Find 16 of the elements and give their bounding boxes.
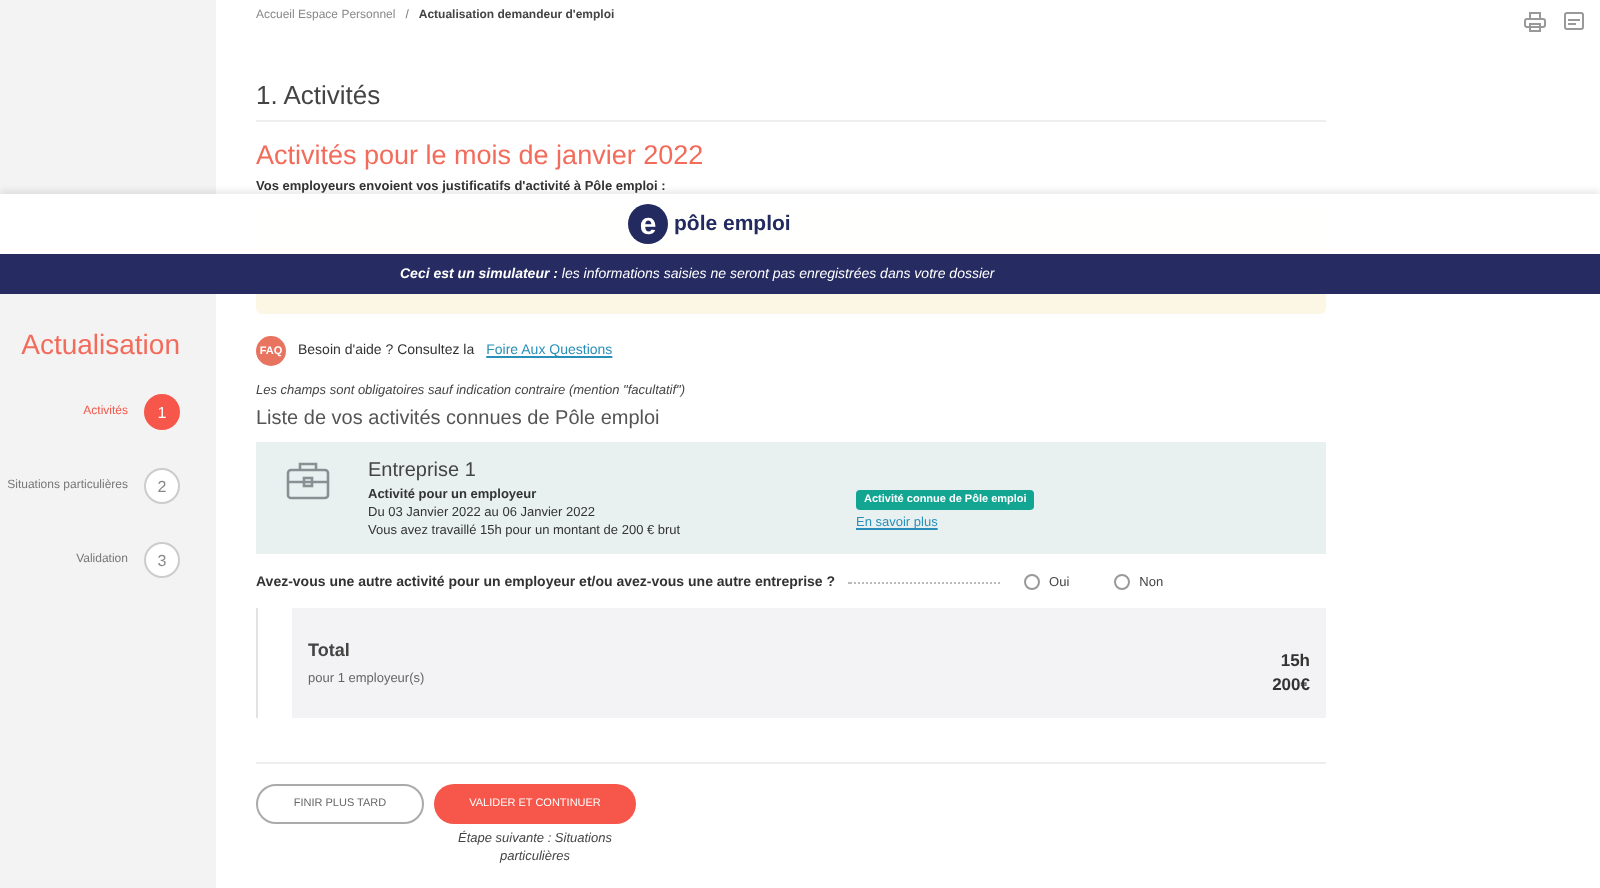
print-icon[interactable]	[1524, 12, 1546, 32]
step-number: 1	[144, 394, 180, 430]
card-icon[interactable]	[1564, 12, 1584, 30]
total-hours: 15h	[1280, 649, 1310, 669]
page-title: 1. Activités	[256, 80, 1326, 122]
total-amount: 200€	[1272, 673, 1310, 693]
briefcase-icon	[286, 460, 330, 500]
logo-mark: e	[628, 204, 668, 244]
sidebar-title: Actualisation	[21, 328, 182, 360]
section-title: Liste de vos activités connues de Pôle emploi	[256, 408, 662, 430]
logo-text: pôle emploi	[674, 212, 791, 236]
company-name: Entreprise 1	[368, 460, 478, 482]
total-label: Total	[308, 640, 352, 660]
step-number: 2	[144, 468, 180, 504]
step-number: 3	[144, 542, 180, 578]
month-title: Activités pour le mois de janvier 2022	[256, 140, 706, 170]
